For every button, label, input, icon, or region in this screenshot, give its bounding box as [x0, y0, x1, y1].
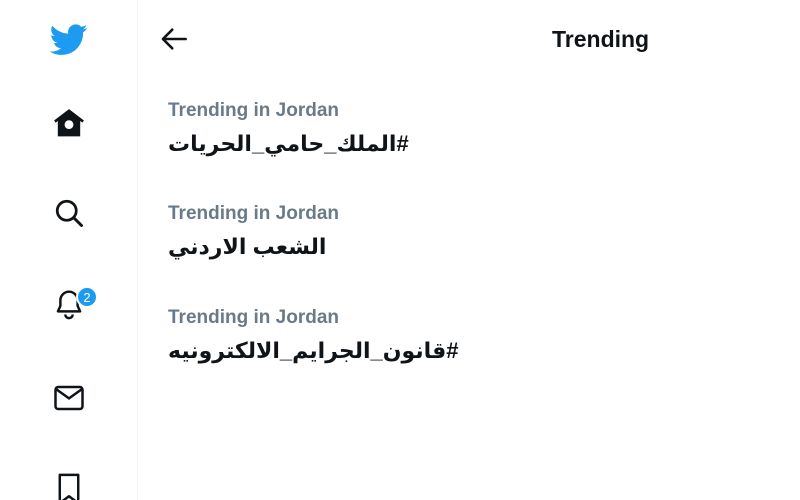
sidebar-nav: 2: [0, 0, 138, 500]
nav-notifications[interactable]: 2: [40, 275, 98, 333]
page-title: Trending: [552, 26, 650, 52]
app-window: 2 Trending Trending in Jordan #الملك_حام…: [0, 0, 800, 500]
envelope-icon: [54, 385, 84, 411]
trend-context: Trending in Jordan: [168, 307, 340, 328]
trending-panel: Trending Trending in Jordan #الملك_حامي_…: [139, 0, 800, 500]
trend-name: #الملك_حامي_الحريات: [168, 131, 409, 156]
nav-bookmarks[interactable]: [40, 460, 98, 500]
trend-item[interactable]: Trending in Jordan الشعب الاردني: [168, 202, 768, 262]
twitter-logo-link[interactable]: [40, 11, 98, 69]
trend-item[interactable]: Trending in Jordan #قانون_الجرايم_الالكت…: [168, 306, 768, 366]
home-icon: [53, 108, 85, 138]
nav-messages[interactable]: [40, 369, 98, 427]
back-button[interactable]: [153, 20, 195, 62]
bookmark-icon: [56, 473, 82, 500]
search-icon: [54, 198, 84, 228]
notification-count-badge: 2: [76, 286, 98, 308]
trend-item[interactable]: Trending in Jordan #الملك_حامي_الحريات: [168, 99, 768, 159]
trend-context: Trending in Jordan: [168, 100, 340, 121]
trend-name: الشعب الاردني: [168, 234, 327, 259]
trend-context: Trending in Jordan: [168, 203, 340, 224]
nav-home[interactable]: [40, 94, 98, 152]
nav-explore[interactable]: [40, 184, 98, 242]
twitter-logo-icon: [50, 24, 88, 56]
arrow-left-icon: [160, 27, 188, 56]
trend-name: #قانون_الجرايم_الالكترونيه: [168, 338, 459, 363]
